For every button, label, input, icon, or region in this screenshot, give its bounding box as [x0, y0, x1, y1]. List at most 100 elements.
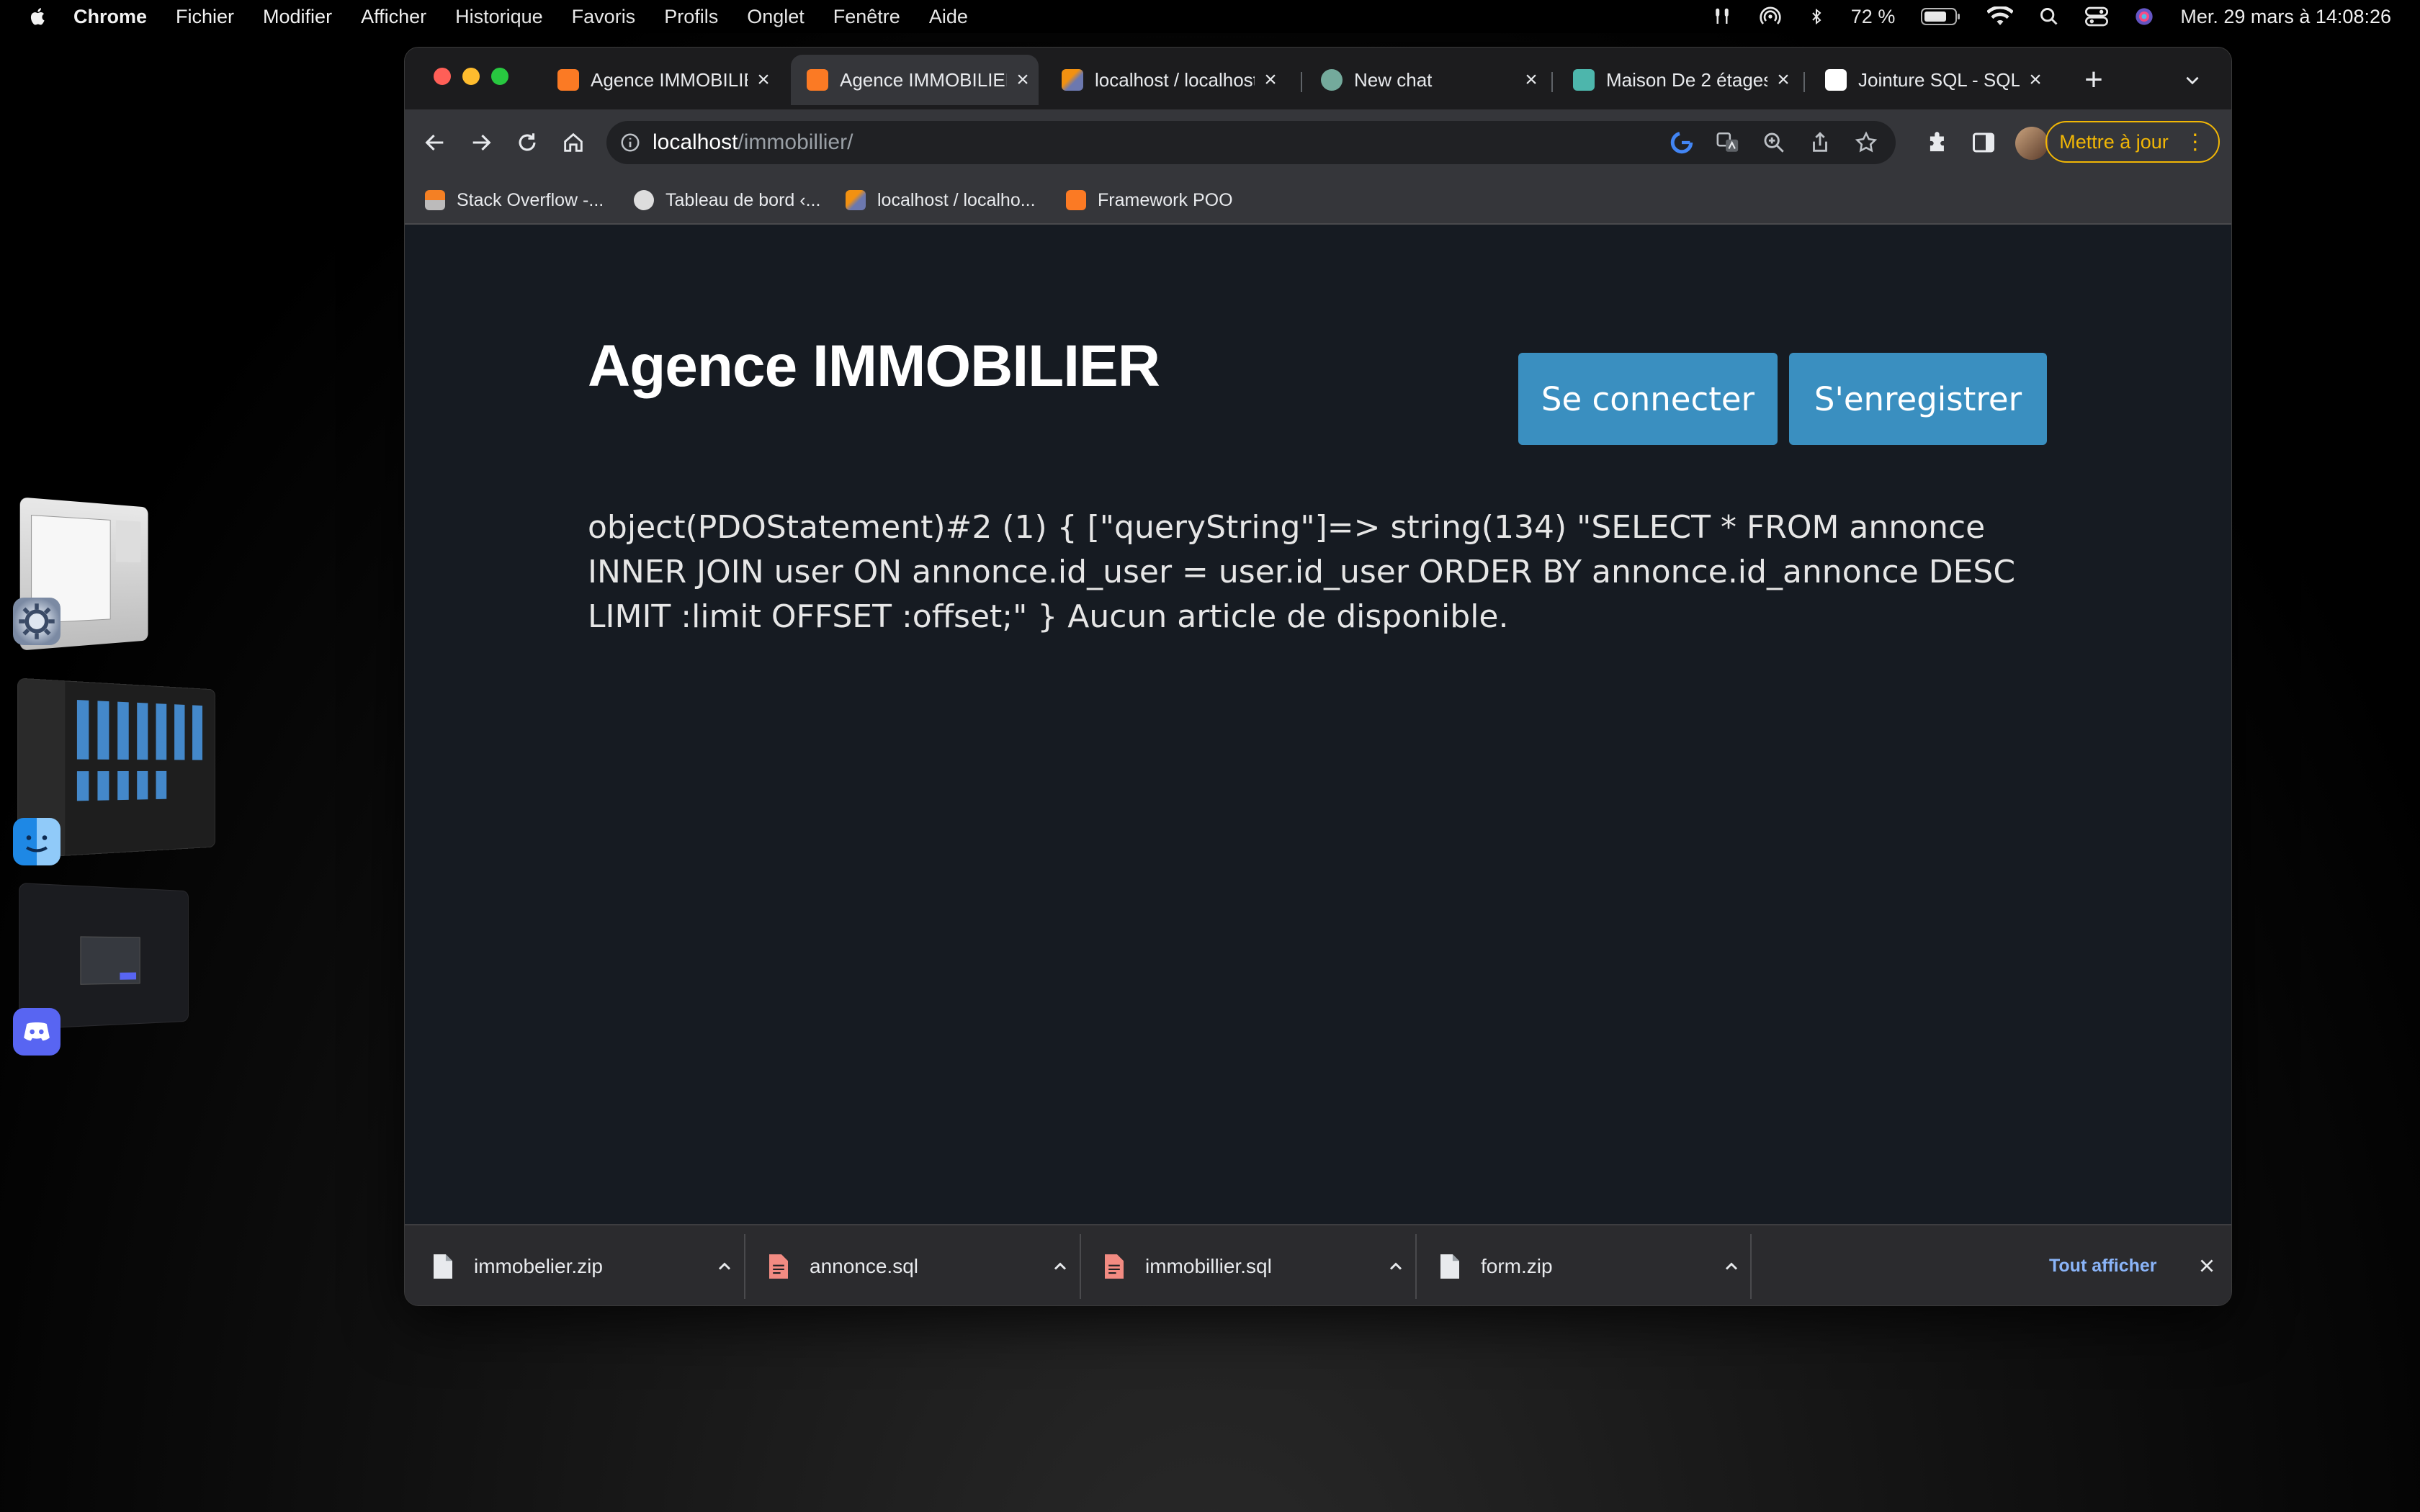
menu-onglet[interactable]: Onglet	[747, 6, 805, 28]
close-icon[interactable]: ×	[1515, 68, 1547, 92]
chevron-up-icon[interactable]	[1050, 1256, 1070, 1277]
apple-icon[interactable]	[27, 6, 49, 27]
side-panel-icon[interactable]	[1971, 130, 1996, 156]
tab-title: Agence IMMOBILIER	[840, 68, 1007, 91]
menu-fichier[interactable]: Fichier	[176, 6, 234, 28]
update-button[interactable]: Mettre à jour ⋮	[2045, 121, 2220, 163]
register-button[interactable]: S'enregistrer	[1789, 353, 2047, 445]
stackoverflow-icon	[425, 190, 445, 210]
close-icon[interactable]: ×	[2020, 68, 2051, 92]
chevron-down-icon	[2186, 76, 2199, 85]
close-downloads-button[interactable]	[2190, 1248, 2224, 1283]
new-tab-button[interactable]: +	[2069, 55, 2119, 105]
menubar-clock[interactable]: Mer. 29 mars à 14:08:26	[2180, 6, 2391, 28]
airdrop-icon[interactable]	[1759, 5, 1782, 28]
download-item[interactable]: immobillier.sql	[1105, 1225, 1422, 1305]
menu-modifier[interactable]: Modifier	[263, 6, 332, 28]
bluetooth-icon[interactable]	[1808, 6, 1825, 27]
download-filename: immobelier.zip	[474, 1254, 603, 1277]
control-center-icon[interactable]	[2085, 6, 2109, 27]
download-filename: immobillier.sql	[1145, 1254, 1272, 1277]
bookmarks-bar: Stack Overflow -... Tableau de bord ‹...…	[405, 177, 2231, 225]
reload-icon	[519, 133, 536, 151]
show-all-downloads-button[interactable]: Tout afficher	[2049, 1225, 2157, 1305]
system-settings-icon[interactable]	[13, 598, 60, 645]
spotlight-search-icon[interactable]	[2039, 6, 2059, 27]
tab-new-chat[interactable]: New chat ×	[1305, 55, 1547, 105]
profile-avatar[interactable]	[2015, 127, 2048, 160]
finder-icon[interactable]	[13, 818, 60, 865]
address-bar[interactable]: localhost/immobillier/	[606, 121, 1896, 164]
battery-percent: 72 %	[1850, 5, 1896, 27]
close-icon[interactable]: ×	[748, 68, 779, 92]
close-window-button[interactable]	[434, 68, 451, 85]
download-filename: annonce.sql	[810, 1254, 919, 1277]
bookmark-star-icon[interactable]	[1854, 130, 1878, 155]
close-icon[interactable]: ×	[1767, 68, 1799, 92]
chevron-up-icon[interactable]	[1386, 1256, 1406, 1277]
info-icon[interactable]	[619, 132, 641, 153]
downloads-bar: immobelier.zip annonce.sql immobillier.s…	[405, 1224, 2231, 1305]
close-icon[interactable]: ×	[1255, 68, 1286, 92]
tab-maison[interactable]: Maison De 2 étages ×	[1557, 55, 1799, 105]
airpods-icon[interactable]	[1711, 6, 1733, 27]
menu-profils[interactable]: Profils	[664, 6, 718, 28]
menu-historique[interactable]: Historique	[455, 6, 543, 28]
menu-favoris[interactable]: Favoris	[572, 6, 636, 28]
tab-agence-2-active[interactable]: Agence IMMOBILIER ×	[791, 55, 1039, 105]
extensions-icon[interactable]	[1924, 130, 1952, 157]
download-item[interactable]: annonce.sql	[769, 1225, 1086, 1305]
bookmark-tableau-de-bord[interactable]: Tableau de bord ‹...	[634, 177, 820, 223]
file-icon	[434, 1254, 452, 1279]
tab-phpmyadmin[interactable]: localhost / localhost ×	[1046, 55, 1286, 105]
tab-separator	[1803, 72, 1805, 92]
minimize-window-button[interactable]	[462, 68, 480, 85]
translate-icon[interactable]	[1716, 130, 1740, 155]
chrome-window: Agence IMMOBILIER × Agence IMMOBILIER × …	[404, 47, 2232, 1306]
tab-agence-1[interactable]: Agence IMMOBILIER ×	[542, 55, 779, 105]
arrow-right-icon	[472, 134, 491, 151]
tab-search-button[interactable]	[2171, 55, 2214, 105]
close-icon[interactable]: ×	[1007, 68, 1039, 92]
bookmark-stackoverflow[interactable]: Stack Overflow -...	[425, 177, 604, 223]
bookmark-label: Stack Overflow -...	[457, 189, 604, 210]
omnibox-actions	[1670, 130, 1878, 155]
discord-icon[interactable]	[13, 1008, 60, 1056]
download-item[interactable]: form.zip	[1440, 1225, 1757, 1305]
download-filename: form.zip	[1481, 1254, 1553, 1277]
menu-app-chrome[interactable]: Chrome	[73, 6, 147, 28]
reload-button[interactable]	[511, 127, 543, 158]
browser-toolbar: localhost/immobillier/ Mettre à jour ⋮	[405, 109, 2231, 177]
tab-title: localhost / localhost	[1095, 68, 1255, 91]
web-page: Agence IMMOBILIER Se connecter S'enregis…	[405, 225, 2231, 1224]
menu-afficher[interactable]: Afficher	[361, 6, 426, 28]
zoom-window-button[interactable]	[491, 68, 508, 85]
home-button[interactable]	[557, 127, 589, 158]
login-button[interactable]: Se connecter	[1518, 353, 1778, 445]
bookmark-localhost[interactable]: localhost / localho...	[846, 177, 1036, 223]
tab-jointure-sql[interactable]: Jointure SQL - SQL ×	[1809, 55, 2051, 105]
url-host: localhost	[653, 130, 738, 154]
share-icon[interactable]	[1808, 130, 1832, 155]
wifi-icon[interactable]	[1987, 6, 2014, 27]
menu-fenetre[interactable]: Fenêtre	[833, 6, 900, 28]
bookmark-framework-poo[interactable]: Framework POO	[1066, 177, 1233, 223]
phpmyadmin-icon	[1062, 69, 1083, 91]
forward-button[interactable]	[465, 127, 497, 158]
siri-icon[interactable]	[2134, 6, 2154, 27]
more-menu-icon[interactable]: ⋮	[2184, 130, 2206, 155]
download-separator	[1750, 1234, 1752, 1299]
google-icon[interactable]	[1670, 130, 1694, 155]
tab-separator	[1551, 72, 1553, 92]
battery-icon[interactable]	[1921, 6, 1961, 27]
doc-icon	[1573, 69, 1595, 91]
chevron-up-icon[interactable]	[1721, 1256, 1742, 1277]
wordpress-icon	[634, 190, 654, 210]
menu-aide[interactable]: Aide	[929, 6, 968, 28]
chevron-up-icon[interactable]	[714, 1256, 735, 1277]
back-button[interactable]	[419, 127, 451, 158]
zoom-icon[interactable]	[1762, 130, 1786, 155]
download-item[interactable]: immobelier.zip	[434, 1225, 750, 1305]
tab-title: New chat	[1354, 68, 1433, 91]
site-brand[interactable]: Agence IMMOBILIER	[588, 333, 1160, 400]
